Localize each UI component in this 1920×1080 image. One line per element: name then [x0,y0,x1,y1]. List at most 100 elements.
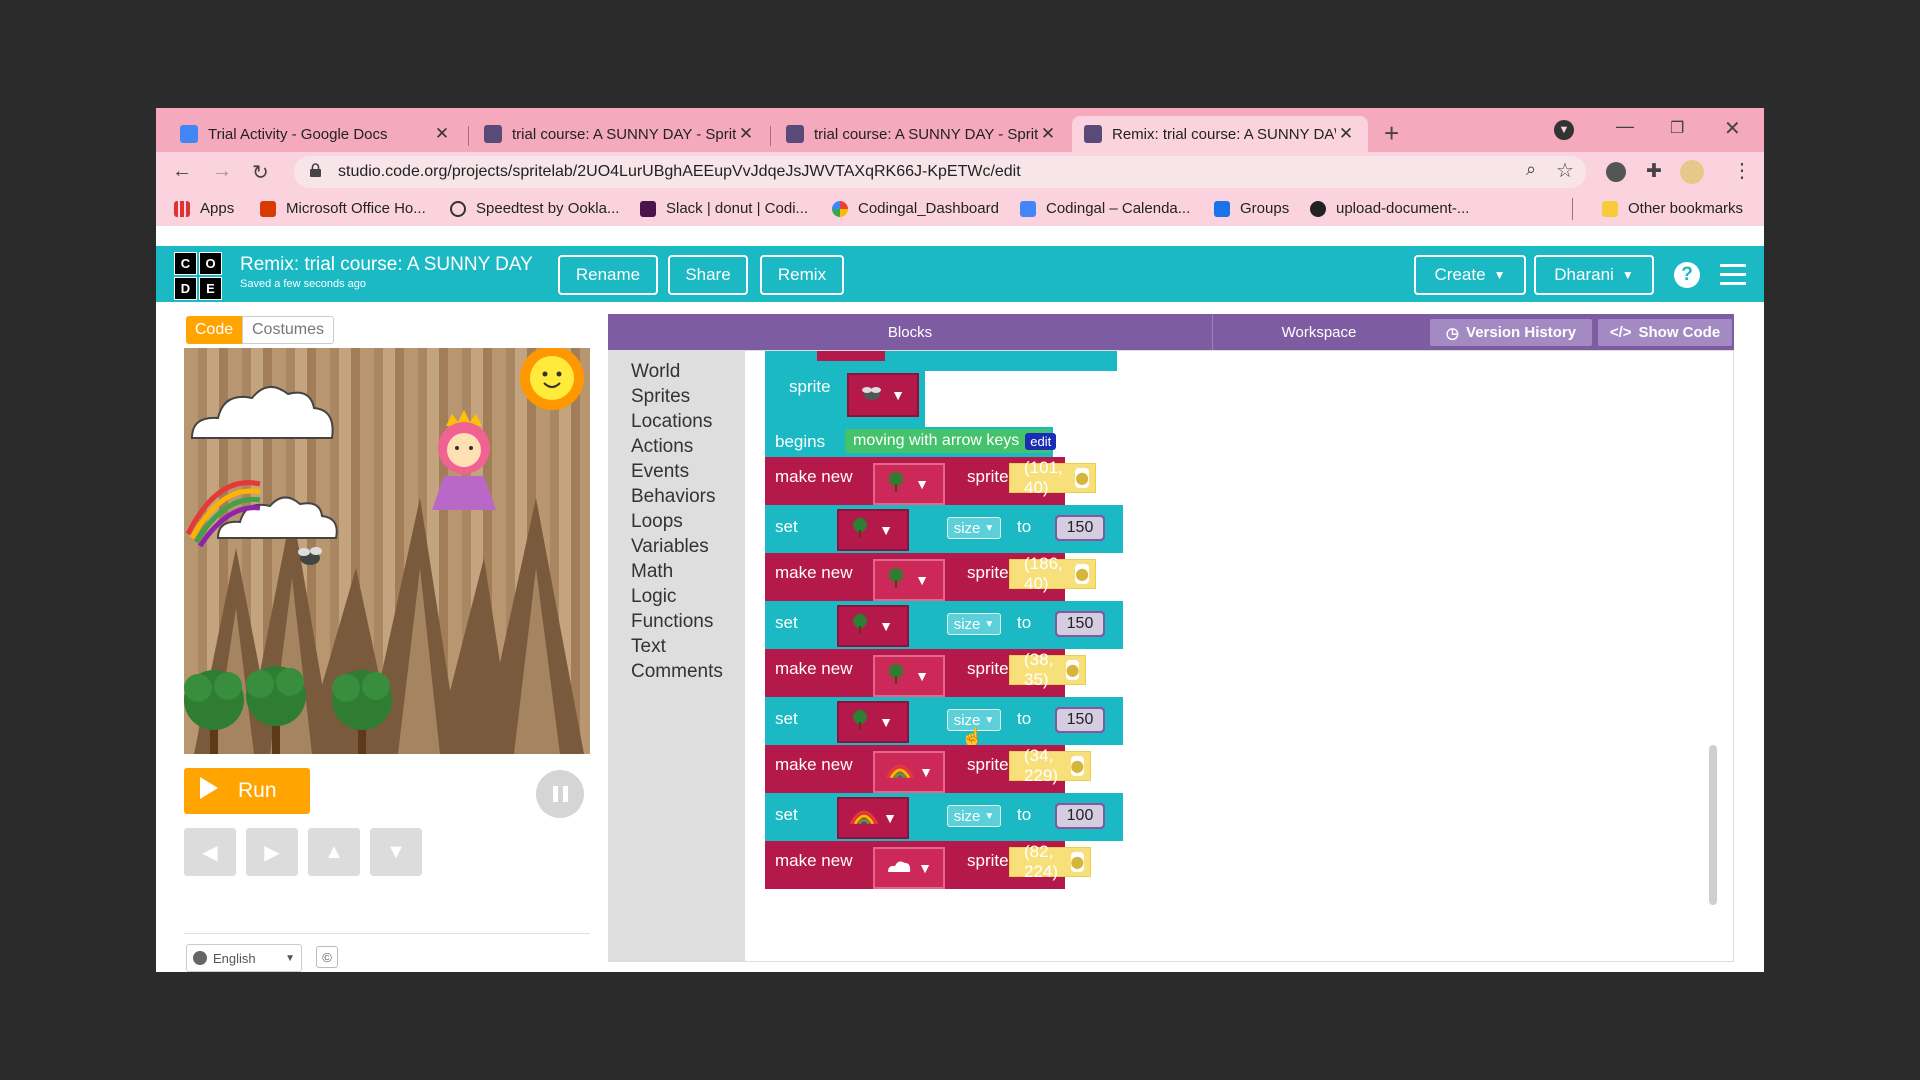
show-code-button[interactable]: </> Show Code [1598,319,1732,346]
category-comments[interactable]: Comments [631,661,723,683]
category-sprites[interactable]: Sprites [631,386,690,408]
extensions-puzzle-icon[interactable]: ✚ [1646,160,1662,183]
close-icon[interactable]: ✕ [1336,124,1356,144]
make-new-sprite-block[interactable]: make new ▼ sprite at (82, 224) ⬤ [765,841,1065,889]
share-button[interactable]: Share [668,255,748,295]
browser-tab[interactable]: trial course: A SUNNY DAY - Sprit ✕ [472,116,768,152]
number-input[interactable]: 150 [1055,515,1105,541]
set-property-block[interactable]: set ▼ size ▼ to 150 [765,505,1123,553]
tab-search-icon[interactable]: ▼ [1554,120,1574,140]
help-icon[interactable]: ? [1674,262,1700,288]
reload-icon[interactable]: ↻ [252,160,269,185]
other-bookmarks[interactable]: Other bookmarks [1602,200,1743,217]
browser-tab-active[interactable]: Remix: trial course: A SUNNY DA\ ✕ [1072,116,1368,152]
bookmark-upload-document[interactable]: upload-document-... [1310,200,1469,217]
close-icon[interactable]: ✕ [1038,124,1058,144]
rename-button[interactable]: Rename [558,255,658,295]
location-picker[interactable]: (38, 35) ⬤ [1009,655,1086,685]
vertical-scrollbar[interactable] [1709,745,1717,905]
costume-dropdown[interactable]: ▼ [873,847,945,889]
category-text[interactable]: Text [631,636,666,658]
location-pin-icon[interactable]: ⬤ [1071,852,1084,872]
costume-dropdown[interactable]: ▼ [837,797,909,839]
forward-icon[interactable]: → [212,160,232,183]
make-new-sprite-block[interactable]: make new ▼ sprite at (34, 229) ⬤ [765,745,1065,793]
code-org-logo[interactable]: C O D E [174,252,222,300]
down-arrow-button[interactable]: ▼ [370,828,422,876]
zoom-icon[interactable]: ⌕ [1526,159,1536,180]
costumes-tab[interactable]: Costumes [242,316,334,344]
location-picker[interactable]: (34, 229) ⬤ [1009,751,1091,781]
close-icon[interactable]: ✕ [432,124,452,144]
property-dropdown[interactable]: size ▼ [947,805,1001,827]
run-button[interactable]: Run [184,768,310,814]
location-pin-icon[interactable]: ⬤ [1075,468,1088,488]
costume-dropdown[interactable]: ▼ [873,559,945,601]
game-stage[interactable] [184,348,590,754]
language-select[interactable]: English ▼ [186,944,302,972]
location-picker[interactable]: (101, 40) ⬤ [1009,463,1096,493]
set-property-block[interactable]: set ▼ size ▼ to 150 ☝ [765,697,1123,745]
make-new-sprite-block[interactable]: make new ▼ sprite at (38, 35) ⬤ [765,649,1065,697]
behavior-pill[interactable]: moving with arrow keys edit [845,429,1051,453]
extension-icon[interactable] [1606,162,1626,182]
category-locations[interactable]: Locations [631,411,712,433]
category-math[interactable]: Math [631,561,673,583]
property-dropdown[interactable]: size ▼ [947,517,1001,539]
bookmark-star-icon[interactable]: ☆ [1556,158,1574,183]
category-actions[interactable]: Actions [631,436,693,458]
right-arrow-button[interactable]: ▶ [246,828,298,876]
up-arrow-button[interactable]: ▲ [308,828,360,876]
property-dropdown[interactable]: size ▼ [947,613,1001,635]
category-behaviors[interactable]: Behaviors [631,486,716,508]
set-property-block[interactable]: set ▼ size ▼ to 100 [765,793,1123,841]
create-menu-button[interactable]: Create ▼ [1414,255,1526,295]
user-menu-button[interactable]: Dharani ▼ [1534,255,1654,295]
left-arrow-button[interactable]: ◀ [184,828,236,876]
category-variables[interactable]: Variables [631,536,709,558]
number-input[interactable]: 100 [1055,803,1105,829]
make-new-sprite-block[interactable]: make new ▼ sprite at (101, 40) ⬤ [765,457,1065,505]
bookmark-office[interactable]: Microsoft Office Ho... [260,200,426,217]
category-events[interactable]: Events [631,461,689,483]
bookmark-codingal-calendar[interactable]: Codingal – Calenda... [1020,200,1190,217]
copyright-button[interactable]: © [316,946,338,968]
location-pin-icon[interactable]: ⬤ [1075,564,1088,584]
address-bar[interactable]: studio.code.org/projects/spritelab/2UO4L… [294,156,1586,188]
close-icon[interactable]: ✕ [736,124,756,144]
new-tab-icon[interactable]: + [1384,118,1399,149]
bookmark-speedtest[interactable]: Speedtest by Ookla... [450,200,619,217]
costume-dropdown[interactable]: ▼ [847,373,919,417]
back-icon[interactable]: ← [172,160,192,183]
category-loops[interactable]: Loops [631,511,683,533]
number-input[interactable]: 150 [1055,611,1105,637]
window-close-icon[interactable]: ✕ [1724,116,1741,141]
version-history-button[interactable]: ◷ Version History [1430,319,1592,346]
category-logic[interactable]: Logic [631,586,676,608]
more-menu-icon[interactable]: ⋮ [1732,158,1752,183]
costume-dropdown[interactable]: ▼ [837,509,909,551]
make-new-sprite-block[interactable]: make new ▼ sprite at (186, 40) ⬤ [765,553,1065,601]
hamburger-menu-icon[interactable] [1720,264,1746,285]
set-property-block[interactable]: set ▼ size ▼ to 150 [765,601,1123,649]
bookmark-codingal-dashboard[interactable]: Codingal_Dashboard [832,200,999,217]
costume-dropdown[interactable]: ▼ [873,463,945,505]
bookmark-apps[interactable]: Apps [174,200,234,217]
costume-dropdown[interactable]: ▼ [837,701,909,743]
begins-row[interactable]: begins moving with arrow keys edit [765,427,1053,457]
location-picker[interactable]: (186, 40) ⬤ [1009,559,1096,589]
restore-icon[interactable]: ❐ [1670,118,1684,138]
pause-button[interactable] [536,770,584,818]
category-functions[interactable]: Functions [631,611,713,633]
costume-dropdown[interactable]: ▼ [837,605,909,647]
code-tab[interactable]: Code [186,316,242,344]
bookmark-slack[interactable]: Slack | donut | Codi... [640,200,808,217]
location-picker[interactable]: (82, 224) ⬤ [1009,847,1091,877]
costume-dropdown[interactable]: ▼ [873,751,945,793]
category-world[interactable]: World [631,361,680,383]
location-pin-icon[interactable]: ⬤ [1071,756,1084,776]
number-input[interactable]: 150 [1055,707,1105,733]
bookmark-groups[interactable]: Groups [1214,200,1289,217]
sprite-behavior-block[interactable]: sprite ▼ [765,369,925,427]
minimize-icon[interactable]: — [1616,116,1634,137]
